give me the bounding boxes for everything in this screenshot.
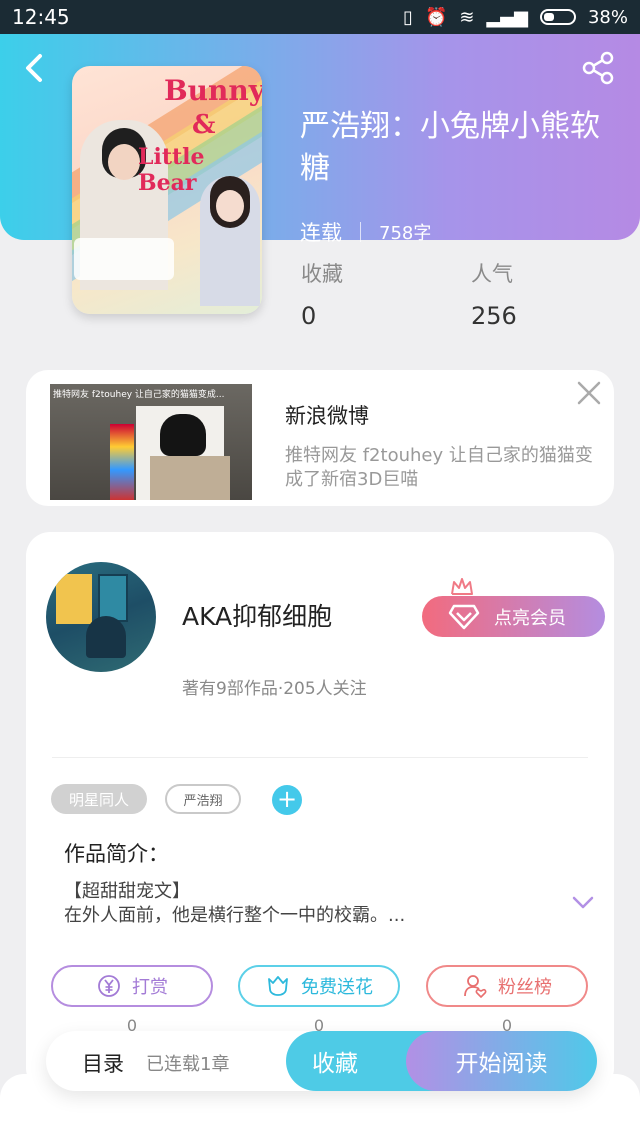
fans-icon bbox=[464, 975, 487, 998]
ad-thumb-cat bbox=[160, 414, 206, 456]
vip-button-label: 点亮会员 bbox=[494, 607, 566, 629]
start-reading-button[interactable]: 开始阅读 bbox=[406, 1031, 597, 1091]
yen-icon bbox=[98, 975, 120, 997]
favorite-label: 收藏 bbox=[312, 1051, 358, 1077]
author-name[interactable]: AKA抑郁细胞 bbox=[182, 597, 332, 633]
ad-description: 推特网友 f2touhey 让自己家的猫猫变成了新宿3D巨喵 bbox=[285, 445, 593, 490]
ad-thumb-building bbox=[150, 456, 230, 500]
chevron-left-icon[interactable] bbox=[18, 50, 54, 86]
stat-popularity: 人气 256 bbox=[471, 258, 517, 330]
book-detail-card: AKA抑郁细胞 著有9部作品·205人关注 点亮会员 明星同人 严浩翔 + 作品… bbox=[26, 532, 614, 1092]
stat-label: 收藏 bbox=[301, 262, 343, 286]
fans-label: 粉丝榜 bbox=[498, 977, 552, 998]
ad-thumbnail: 推特网友 f2touhey 让自己家的猫猫变成... bbox=[50, 384, 252, 500]
diamond-icon bbox=[448, 604, 480, 630]
stat-label: 人气 bbox=[471, 262, 513, 286]
book-meta: 连载 758字 bbox=[300, 217, 431, 247]
flower-icon bbox=[268, 976, 288, 996]
category-tag[interactable]: 明星同人 bbox=[51, 784, 147, 814]
word-count: 758字 bbox=[379, 223, 432, 244]
reward-label: 打赏 bbox=[132, 977, 168, 998]
cover-title-bunny: Bunny bbox=[164, 74, 262, 107]
intro-text: 【超甜甜宠文】 在外人面前，他是横行整个一中的校霸。... bbox=[64, 880, 504, 928]
stat-favorites: 收藏 0 bbox=[301, 258, 343, 330]
ad-thumb-caption: 推特网友 f2touhey 让自己家的猫猫变成... bbox=[53, 390, 225, 400]
fans-ranking-button[interactable]: 粉丝榜 bbox=[426, 965, 588, 1007]
share-icon[interactable] bbox=[580, 50, 616, 86]
intro-line-2: 在外人面前，他是横行整个一中的校霸。... bbox=[64, 905, 406, 926]
status-icons: ▯ ⏰ ≋ ▂▄▆ 38% bbox=[403, 7, 628, 28]
start-reading-label: 开始阅读 bbox=[455, 1051, 548, 1077]
cover-title-amp: & bbox=[192, 110, 216, 140]
book-cover[interactable]: Bunny & Little Bear bbox=[72, 66, 262, 314]
bottom-action-bar: 目录 已连载1章 收藏 开始阅读 bbox=[46, 1031, 597, 1091]
reward-button[interactable]: 打赏 bbox=[51, 965, 213, 1007]
signal-icon: ▂▄▆ bbox=[486, 6, 528, 28]
wifi-icon: ≋ bbox=[459, 6, 475, 28]
ad-thumb-shelf bbox=[110, 424, 134, 500]
status-bar: 12:45 ▯ ⏰ ≋ ▂▄▆ 38% bbox=[0, 0, 640, 34]
avatar-window bbox=[56, 574, 92, 624]
intro-title: 作品简介： bbox=[64, 842, 169, 866]
battery-icon bbox=[539, 9, 576, 25]
section-divider bbox=[52, 757, 588, 758]
book-title: 严浩翔：小兔牌小熊软糖 bbox=[300, 109, 600, 186]
stat-value: 256 bbox=[471, 302, 517, 330]
crown-icon bbox=[451, 578, 473, 595]
add-tag-button[interactable]: + bbox=[272, 785, 302, 815]
free-flower-button[interactable]: 免费送花 bbox=[238, 965, 400, 1007]
battery-percent: 38% bbox=[587, 6, 628, 28]
close-icon[interactable] bbox=[574, 378, 604, 408]
cover-title-bear: Little Bear bbox=[138, 144, 205, 196]
author-info: 著有9部作品·205人关注 bbox=[182, 679, 367, 699]
toc-status: 已连载1章 bbox=[146, 1054, 230, 1075]
meta-divider bbox=[360, 222, 361, 242]
keyword-tag[interactable]: 严浩翔 bbox=[165, 784, 241, 814]
stat-value: 0 bbox=[301, 302, 317, 330]
mute-icon: ▯ bbox=[403, 6, 413, 28]
toc-button[interactable]: 目录 bbox=[82, 1048, 124, 1078]
author-avatar[interactable] bbox=[46, 562, 156, 672]
intro-line-1: 【超甜甜宠文】 bbox=[64, 881, 190, 902]
status-time: 12:45 bbox=[12, 5, 70, 29]
ad-card[interactable]: 推特网友 f2touhey 让自己家的猫猫变成... 新浪微博 推特网友 f2t… bbox=[26, 370, 614, 506]
flower-label: 免费送花 bbox=[301, 977, 373, 998]
cover-message-card bbox=[74, 238, 174, 280]
chevron-down-icon[interactable] bbox=[571, 894, 595, 912]
avatar-figure bbox=[86, 616, 126, 658]
book-status: 连载 bbox=[300, 221, 342, 245]
avatar-window-2 bbox=[98, 574, 128, 622]
alarm-icon: ⏰ bbox=[424, 6, 448, 28]
ad-source: 新浪微博 bbox=[285, 404, 369, 428]
